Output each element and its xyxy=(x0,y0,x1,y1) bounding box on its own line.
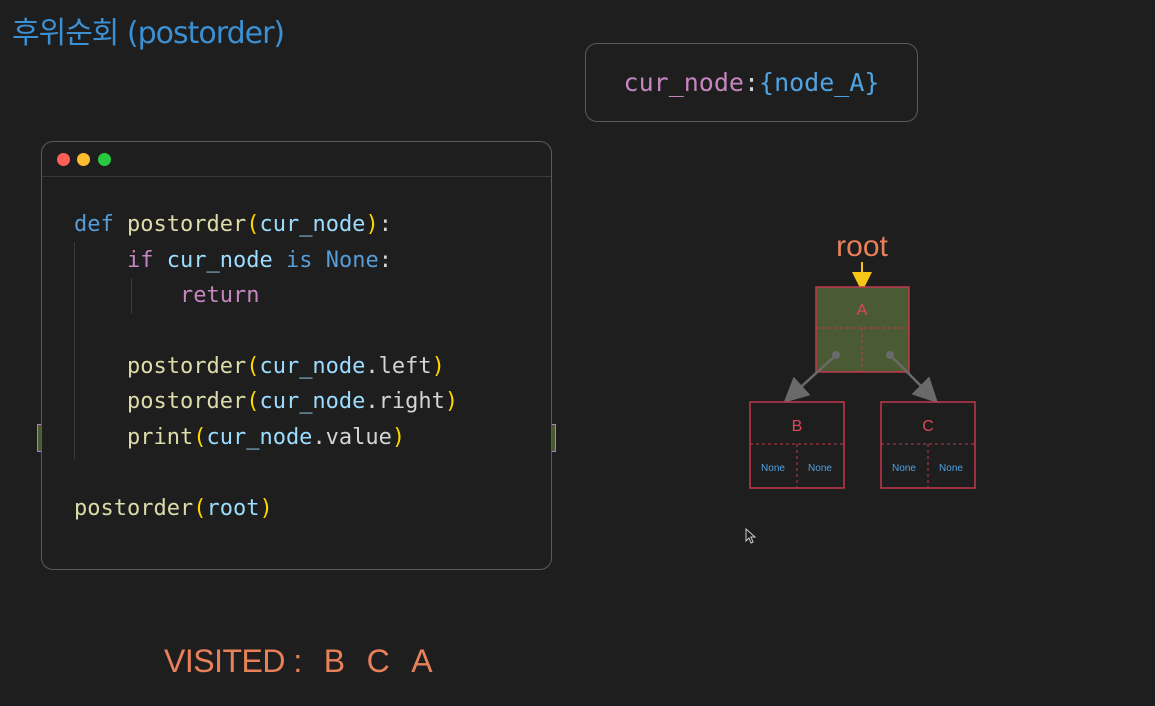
visited-item: B xyxy=(323,643,345,679)
visited-item: C xyxy=(366,643,390,679)
node-c-label: C xyxy=(922,418,934,435)
right-child-arrow xyxy=(889,354,939,404)
tree-node-c: C None None xyxy=(880,401,976,489)
visited-list: VISITED : BCA xyxy=(164,643,433,680)
binary-tree-diagram: root A B None None C None None xyxy=(745,230,976,544)
root-label: root xyxy=(836,230,888,263)
mouse-cursor-icon xyxy=(745,527,757,544)
node-b-left: None xyxy=(761,463,785,474)
left-child-arrow xyxy=(783,354,837,403)
node-c-right: None xyxy=(939,463,963,474)
visited-item: A xyxy=(411,643,433,679)
node-b-right: None xyxy=(808,463,832,474)
visited-label: VISITED : xyxy=(164,643,302,679)
tree-node-b: B None None xyxy=(749,401,845,489)
node-b-label: B xyxy=(792,418,803,435)
node-c-left: None xyxy=(892,463,916,474)
node-a-label: A xyxy=(857,302,868,319)
